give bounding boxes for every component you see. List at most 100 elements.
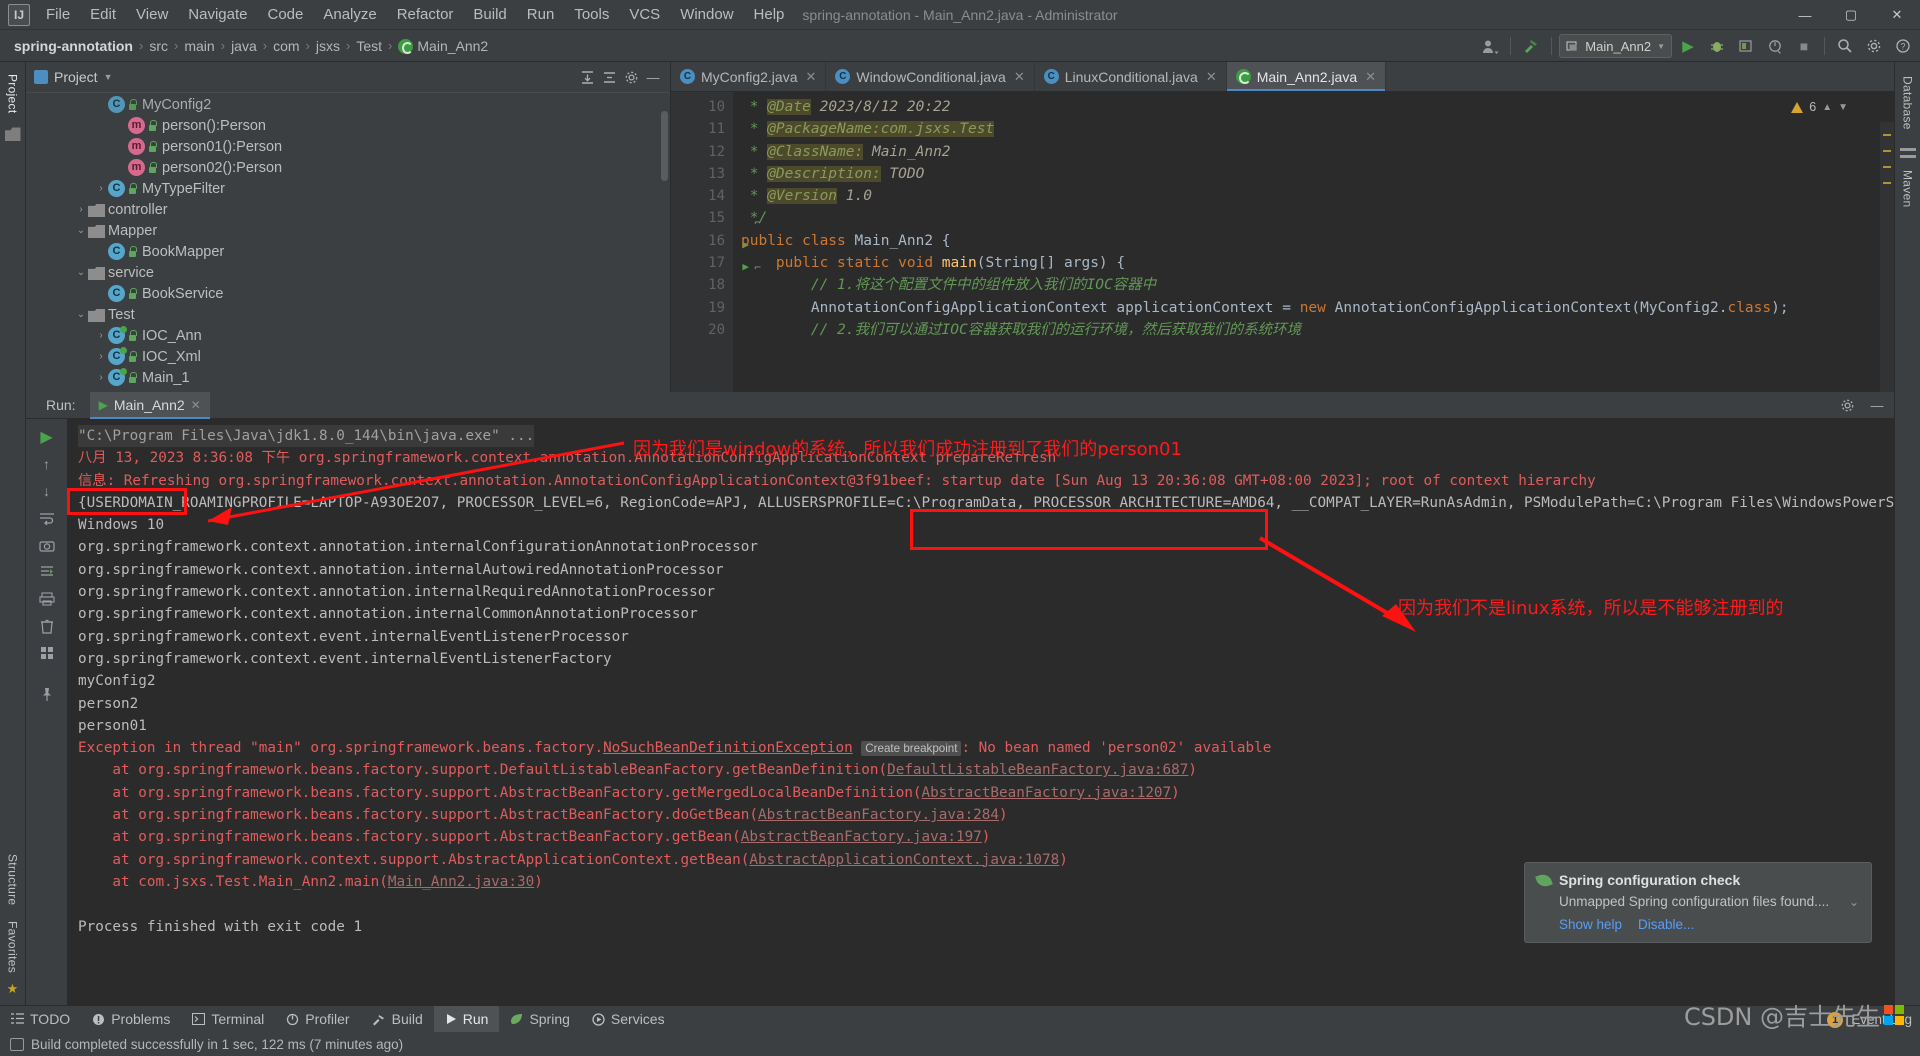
bottom-tab-problems[interactable]: Problems <box>81 1006 181 1032</box>
stack-frame-link[interactable]: AbstractBeanFactory.java:197 <box>741 829 982 845</box>
breadcrumb-item-jsxs[interactable]: jsxs <box>312 38 344 54</box>
bottom-tab-services[interactable]: Services <box>581 1006 676 1032</box>
sidebar-item-structure[interactable]: Structure <box>6 846 20 913</box>
maximize-button[interactable]: ▢ <box>1828 0 1874 30</box>
menu-item-tools[interactable]: Tools <box>565 4 618 25</box>
tree-node[interactable]: › C Main_1 <box>26 367 670 388</box>
hide-run-panel-icon[interactable]: — <box>1866 394 1888 416</box>
chevron-right-icon[interactable]: › <box>74 204 88 215</box>
tree-node[interactable]: › controller <box>26 199 670 220</box>
tree-node[interactable]: m person():Person <box>26 115 670 136</box>
bottom-tab-profiler[interactable]: Profiler <box>275 1006 360 1032</box>
stop-button[interactable]: ■ <box>1791 33 1817 59</box>
profile-button[interactable] <box>1762 33 1788 59</box>
project-panel-title[interactable]: Project ▼ <box>34 69 113 85</box>
sidebar-item-maven[interactable]: Maven <box>1901 162 1915 216</box>
notification-popup[interactable]: Spring configuration check Unmapped Spri… <box>1524 862 1872 943</box>
project-tree-scrollbar[interactable] <box>661 111 668 181</box>
disable-link[interactable]: Disable... <box>1638 917 1694 932</box>
show-help-link[interactable]: Show help <box>1559 917 1622 932</box>
menu-item-view[interactable]: View <box>127 4 177 25</box>
chevron-right-icon[interactable]: › <box>94 372 108 383</box>
stack-frame-link[interactable]: AbstractApplicationContext.java:1078 <box>749 852 1059 868</box>
build-hammer-icon[interactable] <box>1518 33 1544 59</box>
exception-class-link[interactable]: NoSuchBeanDefinitionException <box>603 740 853 756</box>
tree-node[interactable]: › C IOC_Xml <box>26 346 670 367</box>
chevron-down-icon[interactable]: ⌄ <box>74 267 88 278</box>
bottom-tab-run[interactable]: Run <box>433 1006 500 1032</box>
grid-view-icon[interactable] <box>34 641 60 665</box>
tree-node[interactable]: › C IOC_Ann <box>26 325 670 346</box>
code-viewer[interactable]: 10 11 12 13 14 15 ⌐ 16 ▶ 17 ▶ ⌐ 18 19 20 * @Date 2023/… <box>671 92 1894 392</box>
menu-item-refactor[interactable]: Refactor <box>388 4 463 25</box>
breadcrumb-item-main[interactable]: main <box>180 38 218 54</box>
bottom-tab-spring[interactable]: Spring <box>499 1006 580 1032</box>
menu-item-file[interactable]: File <box>37 4 79 25</box>
tree-node[interactable]: ⌄ Test <box>26 304 670 325</box>
search-everywhere-icon[interactable] <box>1832 33 1858 59</box>
editor-tab-main_ann2-java[interactable]: Main_Ann2.java ✕ <box>1226 62 1387 91</box>
create-breakpoint-button[interactable]: Create breakpoint <box>861 741 962 757</box>
bottom-tab-build[interactable]: Build <box>361 1006 434 1032</box>
chevron-right-icon[interactable]: › <box>94 183 108 194</box>
run-with-coverage-button[interactable] <box>1733 33 1759 59</box>
tree-node[interactable]: C BookMapper <box>26 241 670 262</box>
menu-item-build[interactable]: Build <box>464 4 515 25</box>
tree-node[interactable]: C MyConfig2 <box>26 94 670 115</box>
stack-frame-link[interactable]: Main_Ann2.java:30 <box>388 874 534 890</box>
breadcrumb-item-com[interactable]: com <box>269 38 303 54</box>
sidebar-item-project[interactable]: Project <box>6 66 20 121</box>
close-icon[interactable]: ✕ <box>1014 69 1025 85</box>
menu-item-navigate[interactable]: Navigate <box>179 4 256 25</box>
project-settings-gear-icon[interactable] <box>620 66 642 88</box>
breadcrumb-item-src[interactable]: src <box>145 38 172 54</box>
breadcrumb-item-main-ann2[interactable]: Main_Ann2 <box>394 38 492 54</box>
close-icon[interactable]: ✕ <box>191 398 201 412</box>
chevron-down-icon[interactable]: ⌄ <box>74 309 88 320</box>
debug-button[interactable] <box>1704 33 1730 59</box>
menu-item-edit[interactable]: Edit <box>81 4 125 25</box>
editor-tab-myconfig2-java[interactable]: MyConfig2.java ✕ <box>671 62 827 91</box>
editor-tab-windowconditional-java[interactable]: WindowConditional.java ✕ <box>826 62 1035 91</box>
code-content[interactable]: * @Date 2023/8/12 20:22 * @PackageName:c… <box>733 92 1894 392</box>
stack-frame-link[interactable]: DefaultListableBeanFactory.java:687 <box>887 762 1188 778</box>
rerun-icon[interactable]: ▶ <box>34 425 60 449</box>
soft-wrap-icon[interactable] <box>34 506 60 530</box>
run-tab-main-ann2[interactable]: ▶ Main_Ann2 ✕ <box>89 391 210 419</box>
tree-node[interactable]: C BookService <box>26 283 670 304</box>
menu-item-code[interactable]: Code <box>258 4 312 25</box>
print-icon[interactable] <box>34 587 60 611</box>
chevron-up-icon[interactable]: ▲ <box>1822 102 1832 113</box>
sidebar-item-favorites[interactable]: Favorites <box>6 913 20 981</box>
chevron-down-icon[interactable]: ⌄ <box>74 225 88 236</box>
collapse-all-icon[interactable] <box>598 66 620 88</box>
breadcrumb-item-test[interactable]: Test <box>352 38 386 54</box>
expand-all-icon[interactable] <box>576 66 598 88</box>
menu-item-analyze[interactable]: Analyze <box>314 4 385 25</box>
bottom-tab-terminal[interactable]: Terminal <box>181 1006 275 1032</box>
tree-node[interactable]: ⌄ Mapper <box>26 220 670 241</box>
sidebar-item-database[interactable]: Database <box>1901 68 1915 138</box>
scroll-to-end-icon[interactable] <box>34 560 60 584</box>
clear-all-icon[interactable] <box>34 614 60 638</box>
scroll-up-icon[interactable]: ↑ <box>34 452 60 476</box>
editor-scrollbar-markers[interactable] <box>1880 122 1894 392</box>
tree-node[interactable]: m person02():Person <box>26 157 670 178</box>
breadcrumb-item-java[interactable]: java <box>227 38 261 54</box>
chevron-down-icon[interactable]: ⌄ <box>1849 895 1859 909</box>
hide-panel-icon[interactable]: — <box>642 66 664 88</box>
run-configuration-selector[interactable]: Main_Ann2 ▼ <box>1559 34 1672 58</box>
breadcrumb-item-spring-annotation[interactable]: spring-annotation <box>10 38 137 54</box>
tree-node[interactable]: › C MyTypeFilter <box>26 178 670 199</box>
editor-tab-linuxconditional-java[interactable]: LinuxConditional.java ✕ <box>1035 62 1227 91</box>
minimize-button[interactable]: — <box>1782 0 1828 30</box>
chevron-down-icon[interactable]: ▼ <box>1838 102 1848 113</box>
tree-node[interactable]: m person01():Person <box>26 136 670 157</box>
menu-item-help[interactable]: Help <box>745 4 794 25</box>
stack-frame-link[interactable]: AbstractBeanFactory.java:1207 <box>922 785 1172 801</box>
avatar-icon[interactable] <box>1477 33 1503 59</box>
close-icon[interactable]: ✕ <box>1206 69 1217 85</box>
help-icon[interactable]: ? <box>1890 33 1916 59</box>
close-icon[interactable]: ✕ <box>806 69 817 85</box>
stack-frame-link[interactable]: AbstractBeanFactory.java:284 <box>758 807 999 823</box>
